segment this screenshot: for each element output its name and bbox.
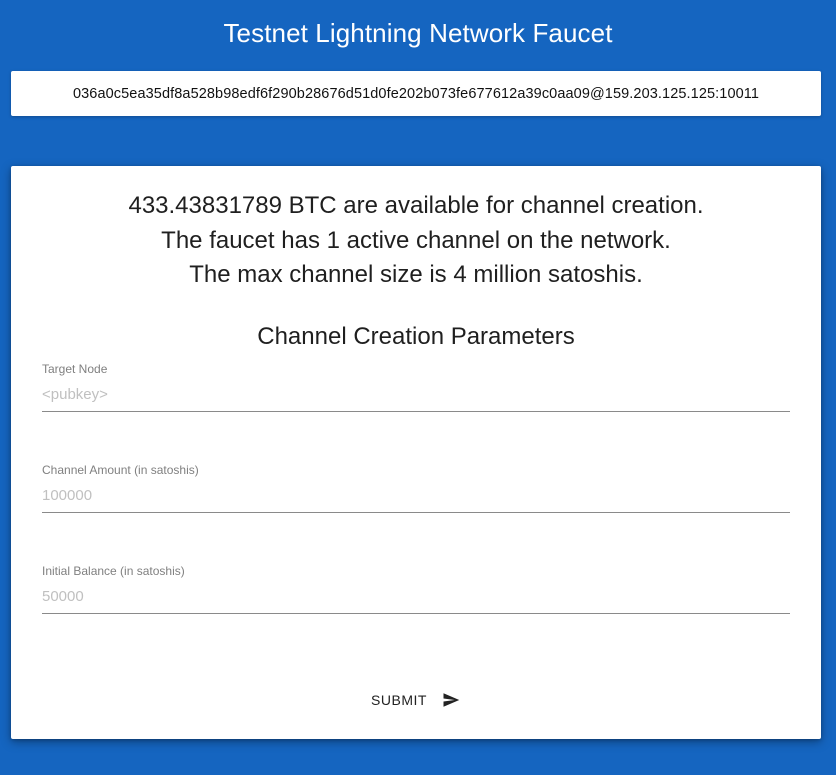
send-icon bbox=[443, 693, 460, 707]
form-title: Channel Creation Parameters bbox=[257, 323, 575, 350]
target-node-input[interactable] bbox=[42, 377, 790, 412]
channel-amount-label: Channel Amount (in satoshis) bbox=[42, 463, 199, 477]
initial-balance-input[interactable] bbox=[42, 579, 790, 614]
available-balance-text: 433.43831789 BTC are available for chann… bbox=[128, 192, 704, 219]
channel-form-card: 433.43831789 BTC are available for chann… bbox=[11, 166, 821, 739]
target-node-label: Target Node bbox=[42, 362, 108, 376]
node-uri-box: 036a0c5ea35df8a528b98edf6f290b28676d51d0… bbox=[11, 71, 821, 116]
target-node-field: Target Node bbox=[42, 361, 790, 412]
submit-label: SUBMIT bbox=[371, 692, 427, 708]
channel-amount-input[interactable] bbox=[42, 478, 790, 513]
submit-button[interactable]: SUBMIT bbox=[356, 684, 476, 716]
faucet-page: Testnet Lightning Network Faucet 036a0c5… bbox=[0, 0, 836, 775]
initial-balance-label: Initial Balance (in satoshis) bbox=[42, 564, 185, 578]
initial-balance-field: Initial Balance (in satoshis) bbox=[42, 563, 790, 614]
node-uri-text: 036a0c5ea35df8a528b98edf6f290b28676d51d0… bbox=[72, 85, 760, 102]
max-channel-size-text: The max channel size is 4 million satosh… bbox=[189, 261, 643, 288]
faucet-stats: 433.43831789 BTC are available for chann… bbox=[11, 189, 821, 293]
channel-amount-field: Channel Amount (in satoshis) bbox=[42, 462, 790, 513]
active-channels-text: The faucet has 1 active channel on the n… bbox=[161, 226, 671, 254]
page-title: Testnet Lightning Network Faucet bbox=[223, 18, 613, 48]
